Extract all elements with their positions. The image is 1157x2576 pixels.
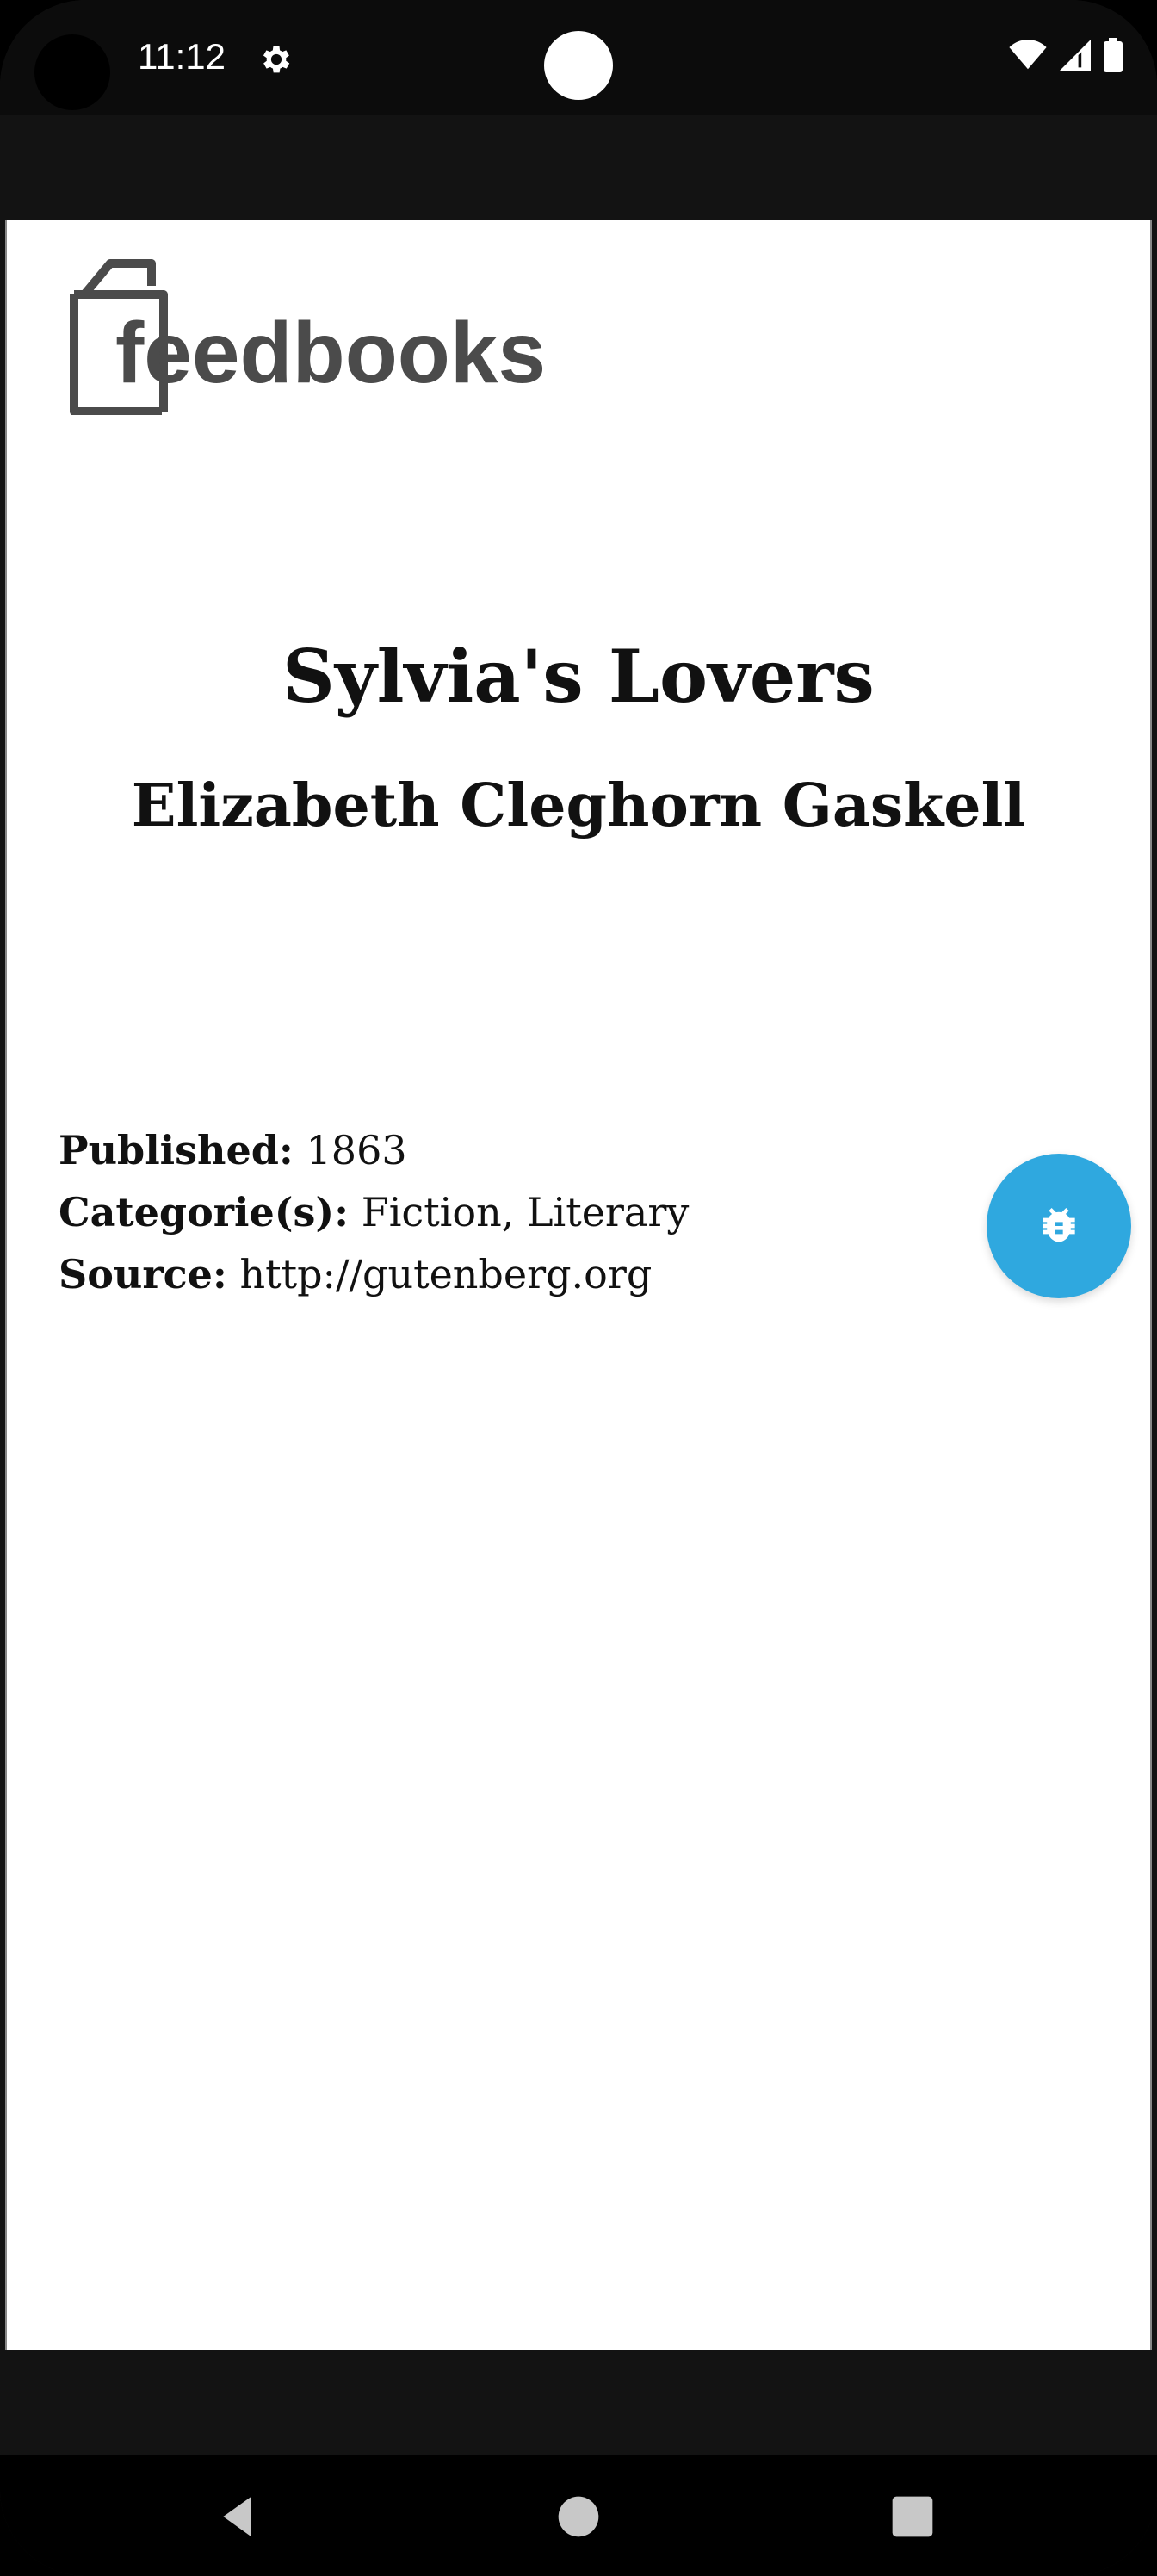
phone-screen: 11:12 feedbooks Sylvia's Lovers Elizabet… xyxy=(0,0,1157,2576)
home-icon[interactable] xyxy=(554,2492,603,2541)
battery-icon xyxy=(1104,38,1123,72)
metadata-key: Categorie(s): xyxy=(59,1189,350,1235)
book-metadata: Published: 1863 Categorie(s): Fiction, L… xyxy=(59,1119,689,1305)
gear-icon xyxy=(263,46,290,73)
metadata-value: 1863 xyxy=(306,1127,407,1173)
reader-page[interactable]: feedbooks Sylvia's Lovers Elizabeth Cleg… xyxy=(5,220,1152,2350)
book-title: Sylvia's Lovers xyxy=(282,634,875,719)
metadata-value: Fiction, Literary xyxy=(361,1189,690,1235)
wifi-icon xyxy=(1009,40,1047,70)
signal-icon xyxy=(1060,40,1091,71)
metadata-source: Source: http://gutenberg.org xyxy=(59,1243,689,1305)
reader-bottom-bar[interactable] xyxy=(0,2350,1157,2455)
bug-icon xyxy=(1043,1208,1075,1242)
metadata-categories: Categorie(s): Fiction, Literary xyxy=(59,1181,689,1243)
back-icon[interactable] xyxy=(215,2492,263,2541)
book-author: Elizabeth Cleghorn Gaskell xyxy=(131,771,1026,840)
status-bar: 11:12 xyxy=(0,0,1157,115)
camera-cutout xyxy=(34,34,110,110)
status-icons xyxy=(1009,38,1123,72)
svg-text:feedbooks: feedbooks xyxy=(115,305,546,401)
debug-fab-button[interactable] xyxy=(987,1154,1131,1298)
metadata-key: Source: xyxy=(59,1251,227,1297)
recents-icon[interactable] xyxy=(888,2492,937,2541)
feedbooks-logo: feedbooks xyxy=(70,259,546,415)
status-time: 11:12 xyxy=(138,36,226,77)
metadata-key: Published: xyxy=(59,1127,294,1173)
metadata-value: http://gutenberg.org xyxy=(239,1251,653,1297)
metadata-published: Published: 1863 xyxy=(59,1119,689,1181)
reader-top-bar[interactable] xyxy=(0,115,1157,220)
front-camera xyxy=(544,31,613,100)
